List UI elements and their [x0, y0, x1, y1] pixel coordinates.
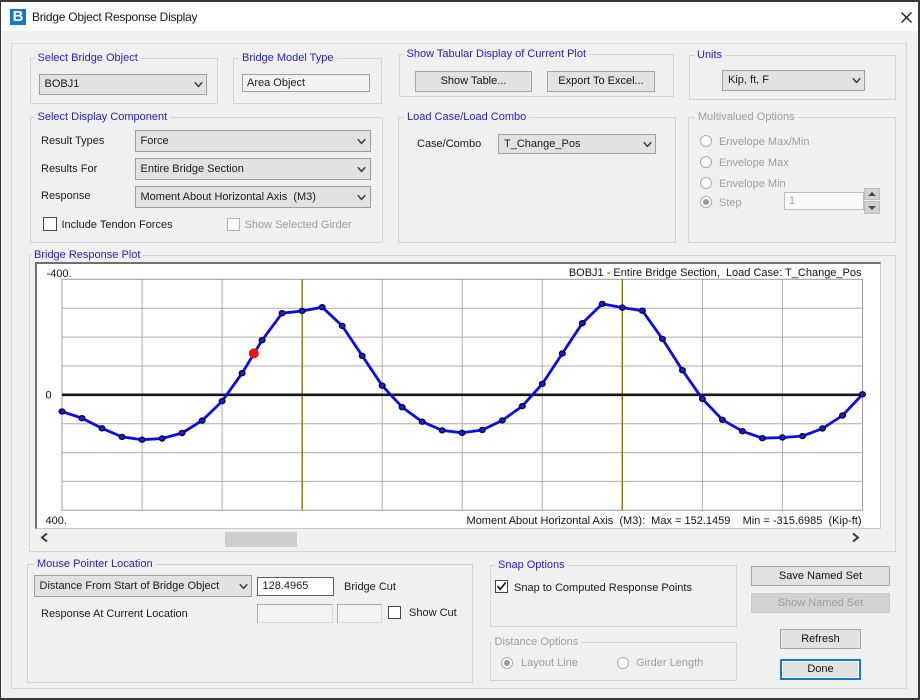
svg-text:0: 0 — [46, 390, 52, 402]
svg-text:BOBJ1 - Entire Bridge Section,: BOBJ1 - Entire Bridge Section, Load Case… — [569, 267, 862, 279]
svg-text:Moment About Horizontal Axis: Moment About Horizontal Axis (M3): Max =… — [467, 515, 862, 527]
svg-text:-400.: -400. — [47, 268, 72, 280]
svg-text:400.: 400. — [46, 515, 67, 527]
